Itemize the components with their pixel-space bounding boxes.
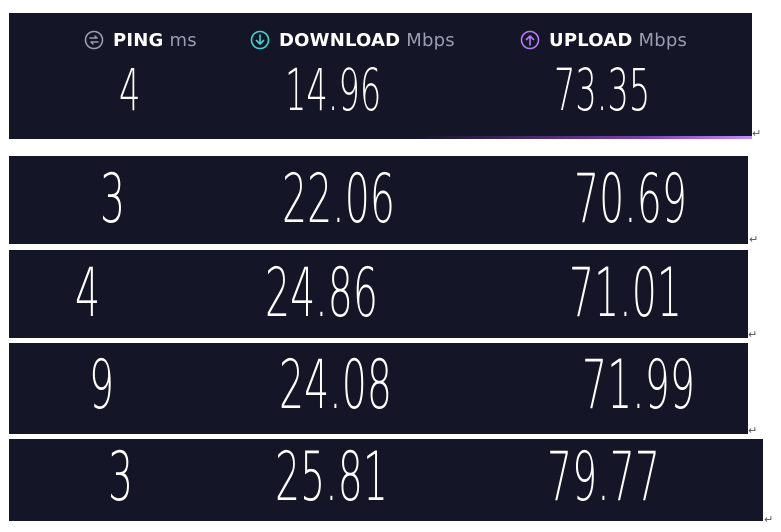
ping-value: 4 [75, 254, 101, 333]
ping-unit: ms [169, 29, 197, 51]
upload-header: UPLOAD Mbps [520, 28, 687, 52]
paragraph-mark: ↵ [748, 424, 758, 437]
ping-value: 3 [100, 160, 126, 239]
upload-value: 71.99 [582, 346, 695, 425]
download-value: 24.08 [279, 346, 392, 425]
paragraph-mark: ↵ [748, 328, 758, 341]
download-value: 22.06 [282, 160, 395, 239]
upload-label: UPLOAD [549, 29, 633, 51]
speedtest-result-panel-1: PING ms DOWNLOAD Mbps UPLOAD Mbps 4 14.9… [9, 13, 752, 139]
upload-value: 79.77 [547, 439, 660, 517]
download-arrow-icon [250, 30, 270, 50]
ping-label: PING [113, 29, 164, 51]
speedtest-result-panel-2: 3 22.06 70.69 [9, 156, 748, 244]
speedtest-result-panel-4: 9 24.08 71.99 [9, 343, 748, 434]
speedtest-result-panel-5: 3 25.81 79.77 [9, 439, 763, 521]
download-value: 14.96 [285, 56, 382, 124]
download-header: DOWNLOAD Mbps [250, 28, 455, 52]
paragraph-mark: ↵ [764, 513, 774, 526]
ping-value: 4 [119, 56, 141, 124]
upload-value: 71.01 [569, 254, 682, 333]
ping-value: 9 [89, 346, 115, 425]
download-label: DOWNLOAD [279, 29, 401, 51]
paragraph-mark: ↵ [752, 127, 762, 140]
paragraph-mark: ↵ [749, 233, 759, 246]
ping-icon [84, 30, 104, 50]
download-value: 25.81 [275, 439, 388, 517]
ping-header: PING ms [84, 28, 197, 52]
upload-unit: Mbps [638, 29, 688, 51]
speedtest-result-panel-3: 4 24.86 71.01 [9, 250, 748, 338]
upload-value: 73.35 [554, 56, 651, 124]
ping-value: 3 [108, 439, 134, 517]
upload-value: 70.69 [574, 160, 687, 239]
upload-progress-bar [9, 136, 752, 139]
download-value: 24.86 [265, 254, 378, 333]
upload-arrow-icon [520, 30, 540, 50]
download-unit: Mbps [406, 29, 455, 51]
